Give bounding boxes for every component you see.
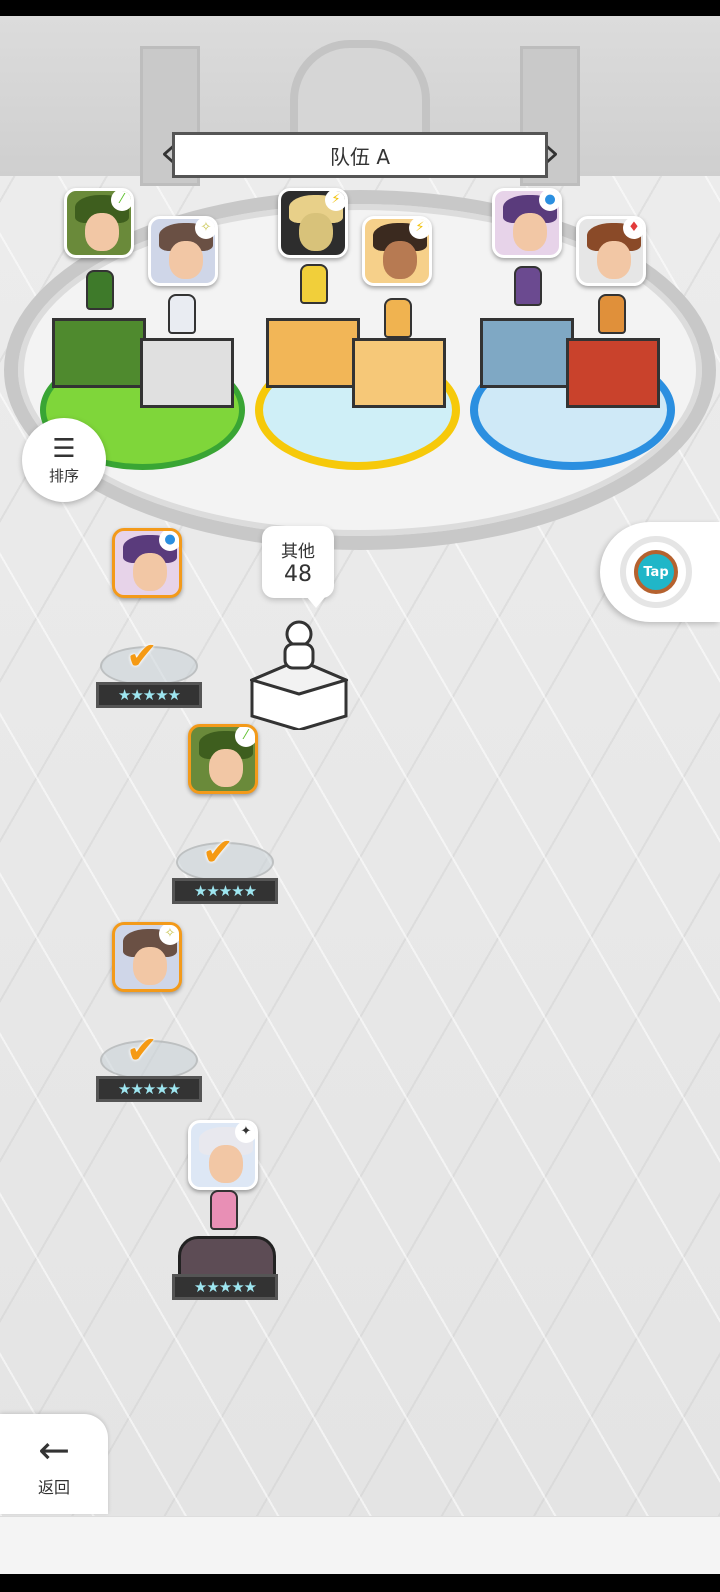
arrow-left-icon: ← — [38, 1428, 70, 1472]
checkmark-icon: ✔ — [126, 634, 158, 678]
roster-item[interactable]: ✧ ✔ ★★★★★ — [96, 920, 206, 1120]
leaf-icon: ⁄ — [111, 191, 131, 211]
others-bubble: 其他 48 — [262, 526, 334, 608]
character-sprite[interactable] — [300, 264, 328, 304]
pedestal — [266, 318, 360, 388]
member-portrait[interactable]: ● — [492, 188, 562, 258]
pedestal — [352, 338, 446, 408]
sparkle-icon: ✧ — [159, 925, 179, 945]
tap-label: Tap — [634, 550, 678, 594]
lightning-icon: ⚡ — [409, 219, 429, 239]
character-sprite[interactable] — [598, 294, 626, 334]
star-rating: ★★★★★ — [172, 1274, 278, 1300]
water-icon: ● — [159, 531, 179, 551]
pedestal — [480, 318, 574, 388]
checkmark-icon: ✔ — [202, 830, 234, 874]
status-bar — [0, 0, 720, 16]
character-portrait[interactable]: ✧ — [112, 922, 182, 992]
pedestal — [52, 318, 146, 388]
character-portrait[interactable]: ● — [112, 528, 182, 598]
roster-item[interactable]: ● ✔ ★★★★★ — [96, 526, 206, 726]
water-icon: ● — [539, 191, 559, 211]
bottom-bar — [0, 1516, 720, 1574]
fire-icon: ♦ — [623, 219, 643, 239]
pedestal — [140, 338, 234, 408]
tap-button[interactable]: Tap — [620, 536, 692, 608]
roster-item[interactable]: ✦ ★★★★★ — [172, 1118, 282, 1318]
leaf-icon: ⁄ — [235, 727, 255, 747]
star-rating: ★★★★★ — [172, 878, 278, 904]
character-portrait[interactable]: ✦ — [188, 1120, 258, 1190]
pedestal — [566, 338, 660, 408]
others-label: 其他 — [281, 542, 315, 562]
star-rating: ★★★★★ — [96, 1076, 202, 1102]
member-portrait[interactable]: ♦ — [576, 216, 646, 286]
sparkle-icon: ✧ — [195, 219, 215, 239]
member-portrait[interactable]: ⚡ — [362, 216, 432, 286]
character-sprite[interactable] — [514, 266, 542, 306]
sort-label: 排序 — [48, 466, 79, 485]
team-title: 队伍 A — [172, 132, 548, 178]
roster-item[interactable]: ⁄ ✔ ★★★★★ — [172, 722, 282, 922]
lightning-icon: ⚡ — [325, 191, 345, 211]
system-nav-bar — [0, 1574, 720, 1592]
tap-panel: Tap — [600, 522, 720, 622]
sort-button[interactable]: ☰ 排序 — [22, 418, 106, 502]
character-sprite[interactable] — [384, 298, 412, 338]
dark-star-icon: ✦ — [235, 1123, 255, 1143]
character-sprite[interactable] — [86, 270, 114, 310]
back-label: 返回 — [37, 1478, 70, 1497]
character-portrait[interactable]: ⁄ — [188, 724, 258, 794]
next-team-button[interactable]: › — [540, 132, 564, 178]
character-sprite[interactable] — [168, 294, 196, 334]
character-sprite — [210, 1190, 238, 1230]
star-rating: ★★★★★ — [96, 682, 202, 708]
checkmark-icon: ✔ — [126, 1028, 158, 1072]
others-count: 48 — [284, 562, 312, 587]
back-button[interactable]: ← 返回 — [0, 1414, 108, 1514]
empty-pedestal[interactable] — [250, 620, 348, 730]
member-portrait[interactable]: ⁄ — [64, 188, 134, 258]
member-portrait[interactable]: ⚡ — [278, 188, 348, 258]
member-portrait[interactable]: ✧ — [148, 216, 218, 286]
sort-icon: ☰ — [52, 433, 76, 464]
